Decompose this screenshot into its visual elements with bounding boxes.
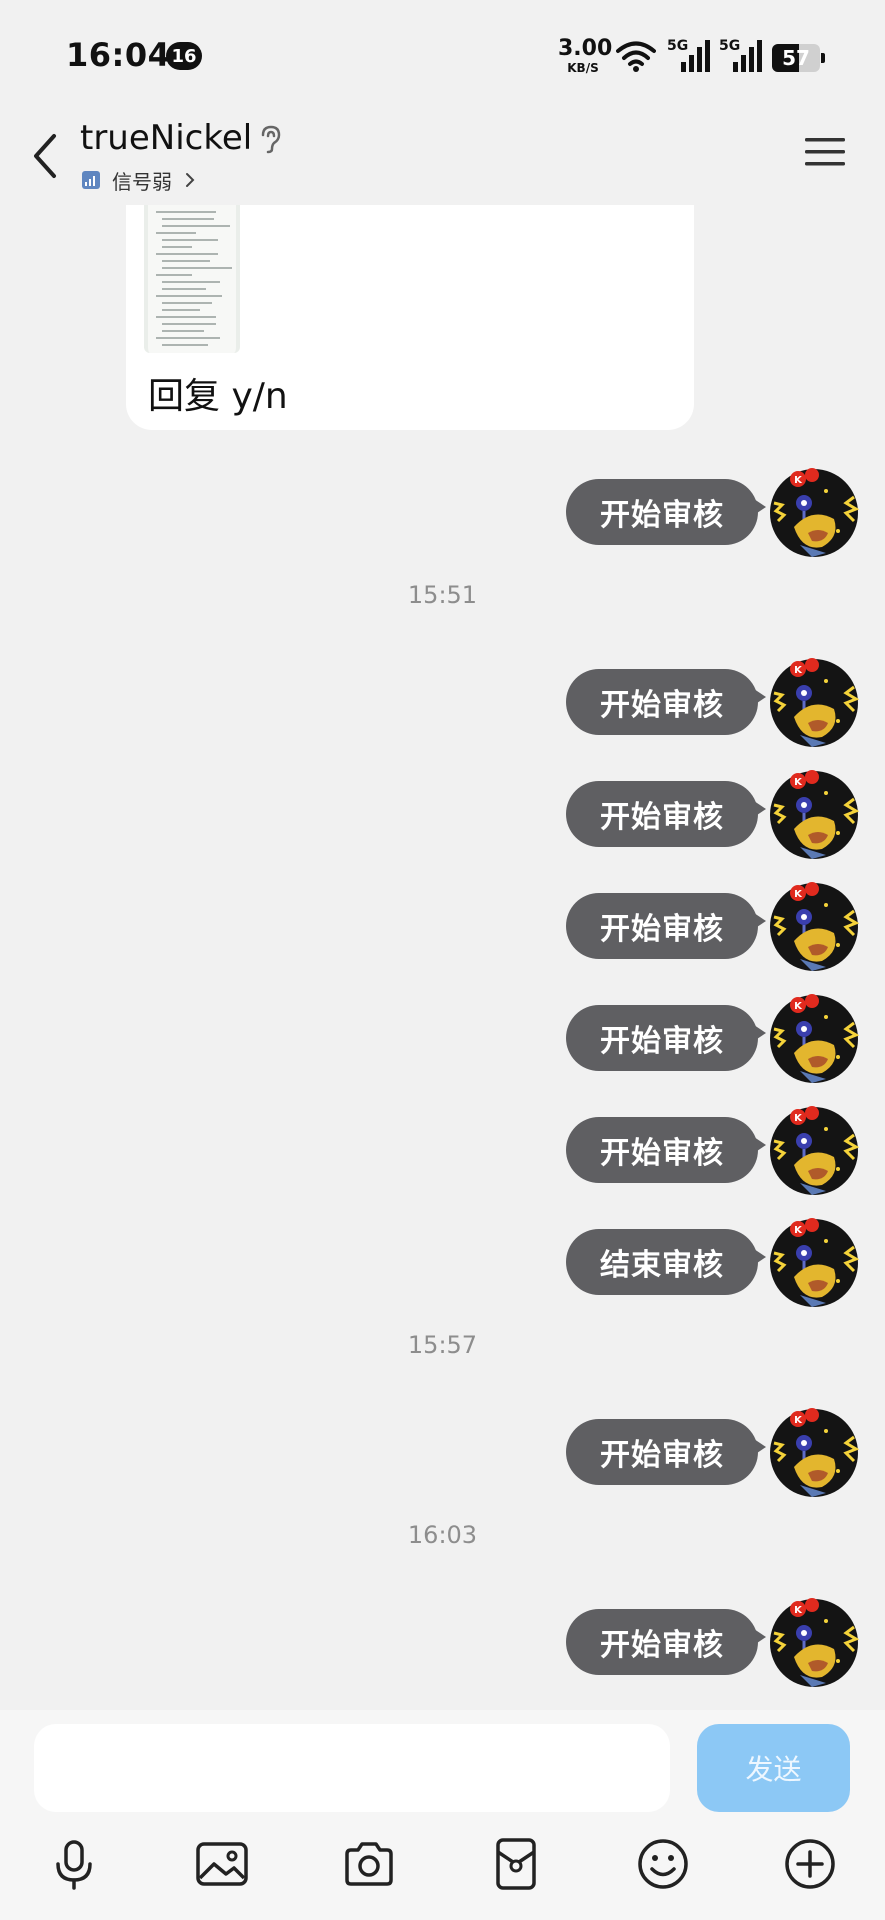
outgoing-message: 开始审核 <box>0 1103 885 1197</box>
avatar[interactable] <box>768 769 860 861</box>
network-speed-value: 3.00 <box>558 36 613 61</box>
microphone-icon[interactable] <box>46 1836 102 1892</box>
red-packet-icon[interactable] <box>488 1836 544 1892</box>
input-bar: 发送 <box>0 1710 885 1920</box>
wifi-icon <box>616 41 656 72</box>
chat-messages[interactable]: 回复 y/n 开始审核 15:51 开始审核 开始审核 开始审核 开始审核 开始审核 结束审核… <box>0 205 885 1710</box>
document-thumbnail[interactable] <box>144 205 240 353</box>
outgoing-message-bubble[interactable]: 开始审核 <box>566 781 766 847</box>
outgoing-message: 开始审核 <box>0 655 885 749</box>
network-speed: 3.00 KB/S <box>558 36 613 75</box>
earpiece-mode-icon[interactable] <box>258 124 284 154</box>
outgoing-message: 开始审核 <box>0 465 885 559</box>
emoji-icon[interactable] <box>635 1836 691 1892</box>
plus-icon[interactable] <box>782 1836 838 1892</box>
outgoing-message: 开始审核 <box>0 879 885 973</box>
outgoing-message-bubble[interactable]: 开始审核 <box>566 1609 766 1675</box>
status-time: 16:04 <box>66 36 171 74</box>
timestamp: 15:57 <box>407 1331 478 1359</box>
sim1-network-type: 5G <box>667 38 689 54</box>
battery-icon: 57 <box>772 44 826 72</box>
incoming-message-bubble[interactable]: 回复 y/n <box>126 205 694 430</box>
avatar[interactable] <box>768 1597 860 1689</box>
notification-badge: 16 <box>166 42 202 70</box>
avatar[interactable] <box>768 1407 860 1499</box>
outgoing-message: 开始审核 <box>0 1595 885 1689</box>
outgoing-message-bubble[interactable]: 开始审核 <box>566 893 766 959</box>
menu-icon[interactable] <box>803 132 847 172</box>
network-speed-unit: KB/S <box>567 61 599 75</box>
contact-name[interactable]: trueNickel <box>80 118 252 158</box>
avatar[interactable] <box>768 1217 860 1309</box>
outgoing-message-bubble[interactable]: 开始审核 <box>566 1419 766 1485</box>
signal-status-text: 信号弱 <box>112 169 172 194</box>
outgoing-message-bubble[interactable]: 开始审核 <box>566 669 766 735</box>
send-button[interactable]: 发送 <box>697 1724 850 1812</box>
avatar[interactable] <box>768 467 860 559</box>
battery-level: 57 <box>782 46 810 70</box>
incoming-message-text: 回复 y/n <box>148 376 288 417</box>
camera-icon[interactable] <box>341 1836 397 1892</box>
outgoing-message-bubble[interactable]: 开始审核 <box>566 479 766 545</box>
timestamp: 16:03 <box>407 1521 478 1549</box>
avatar[interactable] <box>768 1105 860 1197</box>
chat-header: trueNickel 信号弱 <box>0 110 885 205</box>
message-input[interactable] <box>34 1724 670 1812</box>
outgoing-message: 结束审核 <box>0 1215 885 1309</box>
outgoing-message: 开始审核 <box>0 1405 885 1499</box>
outgoing-message: 开始审核 <box>0 991 885 1085</box>
timestamp: 15:51 <box>407 581 478 609</box>
outgoing-message-bubble[interactable]: 开始审核 <box>566 1005 766 1071</box>
back-icon[interactable] <box>26 126 66 186</box>
signal-bars-icon <box>82 171 100 189</box>
outgoing-message: 开始审核 <box>0 767 885 861</box>
sim2-network-type: 5G <box>719 38 741 54</box>
avatar[interactable] <box>768 657 860 749</box>
avatar[interactable] <box>768 881 860 973</box>
signal-status[interactable]: 信号弱 <box>82 166 196 194</box>
outgoing-message-bubble[interactable]: 开始审核 <box>566 1117 766 1183</box>
outgoing-message-bubble[interactable]: 结束审核 <box>566 1229 766 1295</box>
image-icon[interactable] <box>194 1836 250 1892</box>
status-bar: 16:04 16 3.00 KB/S 5G 5G 57 <box>0 0 885 110</box>
chevron-right-icon <box>186 173 195 187</box>
avatar[interactable] <box>768 993 860 1085</box>
